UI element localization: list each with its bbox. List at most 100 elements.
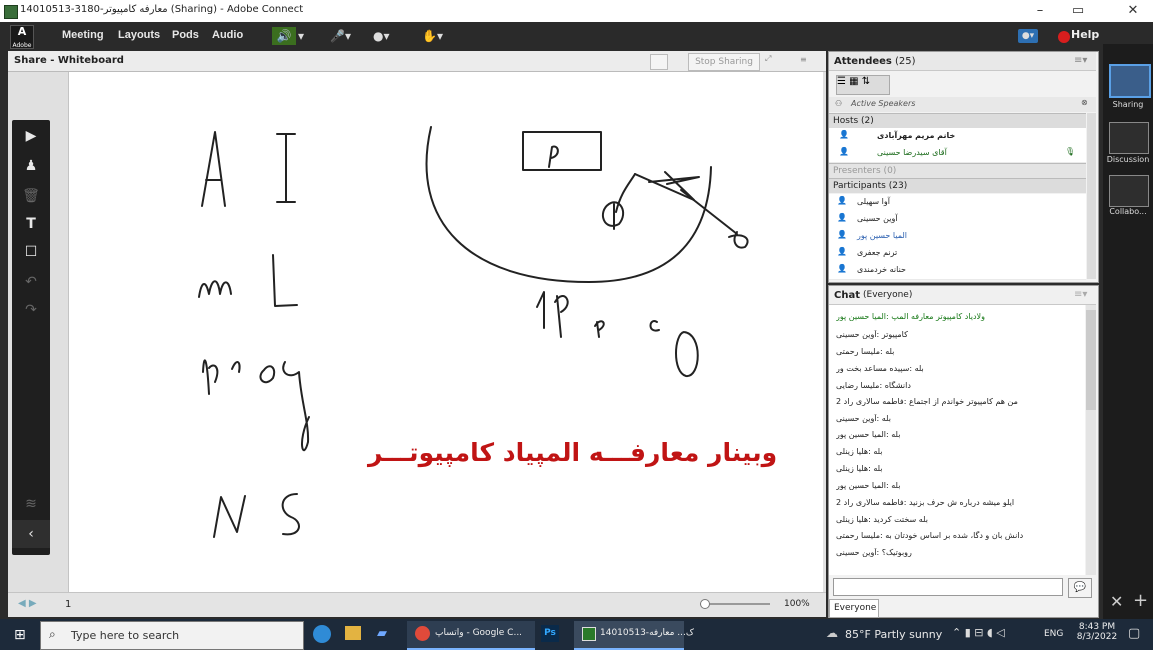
speaker-icon[interactable]: 🔊 — [272, 27, 296, 45]
weather-icon[interactable]: ☁ — [826, 626, 838, 640]
add-layout-icon[interactable]: + — [1133, 590, 1148, 611]
menu-meeting[interactable]: Meeting — [62, 29, 104, 41]
layout-collaboration-thumb[interactable] — [1109, 175, 1149, 207]
chat-menu-icon[interactable]: ≡▾ — [1074, 289, 1087, 300]
attendee-row[interactable]: آقای سیدرضا حسینی 👤 🎙 — [829, 145, 1086, 163]
layout-sharing-thumb[interactable] — [1109, 64, 1151, 98]
attendee-row[interactable]: خانم مریم مهرآبادی 👤 — [829, 128, 1086, 146]
user-icon: 👤 — [839, 147, 849, 156]
attendee-row[interactable]: حنانه خردمندی 👤 — [829, 262, 1086, 280]
collapse-toolbar-icon[interactable]: ‹ — [12, 520, 50, 548]
fullscreen-icon[interactable]: ⤢ — [765, 54, 771, 64]
status-icon[interactable]: ●▾ — [1018, 29, 1038, 43]
zoom-slider[interactable] — [700, 603, 770, 605]
windows-start-icon[interactable]: ⊞ — [14, 627, 26, 643]
chat-scrollbar-thumb[interactable] — [1086, 310, 1096, 410]
active-speakers-close-icon[interactable]: ⊗ — [1081, 98, 1088, 107]
stop-sharing-button[interactable]: Stop Sharing — [688, 53, 760, 71]
file-explorer-icon[interactable] — [345, 626, 361, 640]
marker-tool-icon[interactable]: ♟ — [12, 152, 50, 180]
chat-tab-everyone[interactable]: Everyone — [829, 599, 879, 618]
attendee-row[interactable]: آوین حسینی 👤 — [829, 211, 1086, 229]
grid-view-icon[interactable]: ▦ — [849, 76, 858, 87]
chat-message: بله :هلیا زینلی — [836, 464, 883, 473]
attendee-row[interactable]: المیا حسین پور 👤 — [829, 228, 1086, 246]
taskbar-adobe-connect-app[interactable]: 14010513-ک... معارفه — [574, 621, 694, 650]
maximize-button[interactable]: ▭ — [1063, 2, 1093, 20]
record-icon[interactable] — [1058, 31, 1070, 43]
delete-tool-icon[interactable]: 🗑 — [12, 182, 50, 210]
weather-text[interactable]: 85°F Partly sunny — [845, 628, 942, 641]
taskbar-search[interactable]: ⌕ Type here to search — [40, 621, 304, 650]
sort-icon[interactable]: ⇅ — [862, 76, 870, 87]
chat-message: بله :المیا حسین پور — [836, 430, 901, 439]
chat-title: Chat — [834, 290, 860, 301]
redo-icon[interactable]: ↷ — [12, 296, 50, 324]
user-icon: 👤 — [837, 247, 847, 256]
share-pod-title: Share - Whiteboard — [14, 55, 124, 66]
speaker-dropdown-icon[interactable]: ▾ — [298, 27, 304, 45]
clock-date: 8/3/2022 — [1076, 632, 1118, 642]
chat-message: روبوتیک؟ :آوین حسینی — [836, 548, 912, 557]
minimize-button[interactable]: – — [1025, 2, 1055, 20]
taskbar-chrome-app[interactable]: واتساپ - Google C... — [407, 621, 535, 650]
attendee-name: حنانه خردمندی — [857, 265, 906, 274]
attendees-title: Attendees — [834, 56, 892, 67]
attendee-row[interactable]: ترنم جعفری 👤 — [829, 245, 1086, 263]
presenters-section[interactable]: Presenters (0) — [829, 163, 1086, 178]
chat-message: بله :آوین حسینی — [836, 414, 891, 423]
participants-section[interactable]: Participants (23) — [829, 178, 1086, 193]
edge-icon[interactable] — [313, 625, 331, 643]
attendees-scrollbar[interactable] — [1087, 113, 1096, 279]
zoom-slider-handle[interactable] — [700, 599, 710, 609]
list-view-icon[interactable]: ☰ — [837, 76, 846, 87]
layout-tools-icon[interactable]: ✕ — [1110, 592, 1123, 611]
menu-audio[interactable]: Audio — [212, 29, 243, 41]
attendees-menu-icon[interactable]: ≡▾ — [1074, 55, 1087, 66]
whiteboard-canvas[interactable] — [68, 72, 823, 592]
attendee-name: خانم مریم مهرآبادی — [877, 131, 956, 140]
attendee-view-toggle[interactable]: ☰ ▦ ⇅ — [836, 75, 890, 95]
store-icon[interactable]: ▰ — [377, 626, 387, 641]
menu-pods[interactable]: Pods — [172, 29, 199, 41]
menu-layouts[interactable]: Layouts — [118, 29, 160, 41]
page-number: 1 — [65, 599, 72, 610]
attendee-name: المیا حسین پور — [857, 231, 908, 240]
whiteboard-drawing — [198, 126, 749, 538]
language-indicator[interactable]: ENG — [1044, 629, 1063, 639]
clock[interactable]: 8:43 PM 8/3/2022 — [1075, 622, 1119, 642]
selection-tool-icon[interactable]: ▶ — [12, 122, 50, 150]
chrome-icon — [415, 626, 430, 641]
search-placeholder: Type here to search — [71, 629, 180, 642]
close-button[interactable]: ✕ — [1118, 2, 1148, 20]
raise-hand-icon[interactable]: ✋▾ — [422, 27, 443, 45]
sync-icon[interactable] — [650, 54, 668, 70]
zoom-level[interactable]: 100% — [784, 599, 810, 609]
user-icon: 👤 — [837, 264, 847, 273]
webcam-icon[interactable]: ●▾ — [373, 27, 390, 45]
attendee-name: آوین حسینی — [857, 214, 898, 223]
layout-sharing-label[interactable]: Sharing — [1103, 100, 1153, 109]
shape-tool-icon[interactable]: ☐ — [12, 238, 50, 266]
hosts-label: Hosts (2) — [833, 116, 874, 126]
layout-collaboration-label[interactable]: Collabo... — [1103, 207, 1153, 216]
send-message-button[interactable]: 💬 — [1068, 578, 1092, 598]
attendee-row[interactable]: آوا سهیلی 👤 — [829, 194, 1086, 212]
microphone-icon[interactable]: 🎤▾ — [330, 27, 351, 45]
notifications-icon[interactable]: ▢ — [1128, 626, 1140, 641]
system-tray-icons[interactable]: ⌃ ▮ ⊟ ◖ ◁ — [952, 626, 1005, 639]
photoshop-icon[interactable]: Ps — [541, 625, 559, 642]
text-tool-icon[interactable]: T — [12, 210, 50, 238]
layout-discussion-thumb[interactable] — [1109, 122, 1149, 154]
chat-input[interactable] — [833, 578, 1063, 596]
prev-page-icon[interactable]: ◀ ▶ — [18, 598, 37, 609]
hosts-section[interactable]: Hosts (2) — [829, 113, 1086, 128]
menu-help[interactable]: Help — [1071, 28, 1141, 41]
layout-discussion-label[interactable]: Discussion — [1103, 155, 1153, 164]
chat-message: بله :المیا حسین پور — [836, 481, 901, 490]
search-icon: ⌕ — [49, 627, 56, 641]
chat-message: ولادیاد کامپیوتر معارفه المپ :المیا حسین… — [836, 312, 985, 321]
pod-menu-icon[interactable]: ≡ — [800, 55, 807, 64]
layers-icon[interactable]: ≋ — [12, 490, 50, 518]
undo-icon[interactable]: ↶ — [12, 268, 50, 296]
